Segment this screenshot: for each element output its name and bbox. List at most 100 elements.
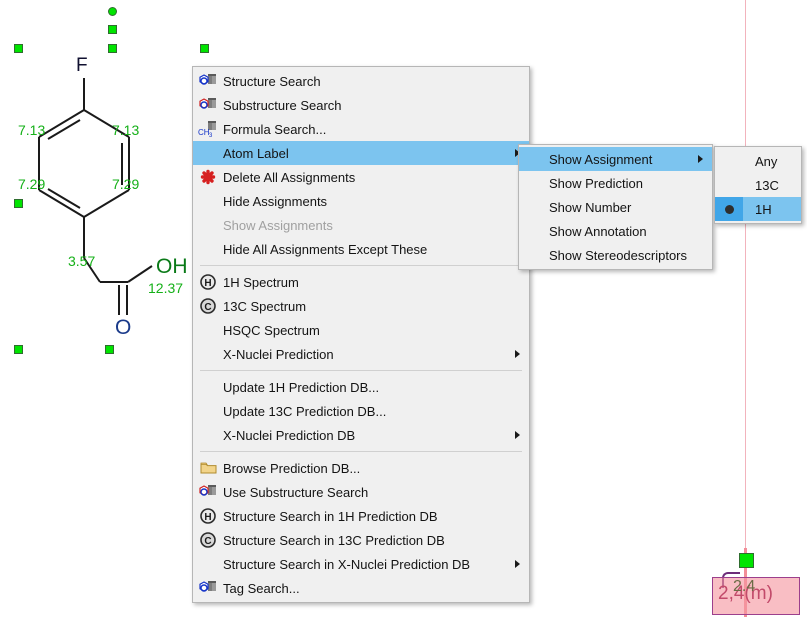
svg-text:C: C [204, 536, 211, 547]
submenu-item-show-annotation[interactable]: Show Annotation [519, 219, 712, 243]
submenu-item-label: Show Assignment [549, 151, 653, 167]
atom-label-submenu[interactable]: Show Assignment Show Prediction Show Num… [518, 144, 713, 270]
menu-item-label: Structure Search [223, 73, 321, 89]
svg-text:3: 3 [209, 133, 213, 137]
menu-item-structure-search-in-x-nuclei-prediction-db[interactable]: Structure Search in X-Nuclei Prediction … [193, 552, 529, 576]
context-menu[interactable]: Structure Search Substructure Search CH … [192, 66, 530, 603]
carbon-circle-icon: C [193, 529, 223, 551]
svg-text:CH: CH [198, 128, 210, 137]
menu-item-update-1h-prediction-db[interactable]: Update 1H Prediction DB... [193, 375, 529, 399]
menu-item-label: Tag Search... [223, 580, 300, 596]
menu-item-tag-search[interactable]: Tag Search... [193, 576, 529, 600]
menu-item-label: Update 13C Prediction DB... [223, 403, 387, 419]
radio-indicator-checked [715, 197, 743, 221]
no-icon [193, 214, 223, 236]
shift-label: 7.29 [18, 176, 46, 192]
submenu-item-label: Show Prediction [549, 175, 643, 191]
no-icon [193, 424, 223, 446]
selection-handle[interactable] [105, 345, 114, 354]
menu-item-hide-all-assignments-except-these[interactable]: Hide All Assignments Except These [193, 237, 529, 261]
menu-item-delete-all-assignments[interactable]: Delete All Assignments [193, 165, 529, 189]
menu-item-use-substructure-search[interactable]: Use Substructure Search [193, 480, 529, 504]
menu-item-browse-prediction-db[interactable]: Browse Prediction DB... [193, 456, 529, 480]
selection-handle[interactable] [108, 25, 117, 34]
chevron-right-icon [515, 350, 520, 358]
menu-item-structure-search[interactable]: Structure Search [193, 69, 529, 93]
selection-handle[interactable] [14, 345, 23, 354]
chevron-right-icon [515, 560, 520, 568]
menu-item-label: Atom Label [223, 145, 289, 161]
menu-separator [200, 451, 522, 452]
menu-item-label: Formula Search... [223, 121, 327, 137]
selection-handle[interactable] [108, 7, 117, 16]
menu-item-structure-search-in-13c-prediction-db[interactable]: C Structure Search in 13C Prediction DB [193, 528, 529, 552]
submenu-item-label: Show Annotation [549, 223, 647, 239]
peak-label-box[interactable]: 2,4(m) 2.4 [712, 577, 800, 615]
submenu-item-show-prediction[interactable]: Show Prediction [519, 171, 712, 195]
selection-handle[interactable] [739, 553, 754, 568]
menu-item-formula-search[interactable]: CH 3 Formula Search... [193, 117, 529, 141]
selection-handle[interactable] [108, 44, 117, 53]
submenu-item-show-assignment[interactable]: Show Assignment [519, 147, 712, 171]
submenu-item-label: Show Stereodescriptors [549, 247, 688, 263]
menu-item-label: Structure Search in 1H Prediction DB [223, 508, 438, 524]
menu-item-label: Structure Search in X-Nuclei Prediction … [223, 556, 471, 572]
nucleus-option-label: 1H [755, 201, 772, 217]
nucleus-option-any[interactable]: Any [715, 149, 801, 173]
shift-label: 3.57 [68, 253, 96, 269]
binoculars-tag-icon [193, 577, 223, 599]
shift-label: 7.13 [112, 122, 140, 138]
red-asterisk-delete-icon [193, 166, 223, 188]
submenu-item-show-stereodescriptors[interactable]: Show Stereodescriptors [519, 243, 712, 267]
menu-item-update-13c-prediction-db[interactable]: Update 13C Prediction DB... [193, 399, 529, 423]
shift-label: 7.29 [112, 176, 140, 192]
svg-text:C: C [204, 302, 211, 313]
svg-text:H: H [204, 278, 211, 289]
no-icon [193, 376, 223, 398]
binoculars-structure-icon [193, 70, 223, 92]
binoculars-formula-icon: CH 3 [193, 118, 223, 140]
submenu-item-show-number[interactable]: Show Number [519, 195, 712, 219]
menu-item-x-nuclei-prediction-db[interactable]: X-Nuclei Prediction DB [193, 423, 529, 447]
nucleus-option-13c[interactable]: 13C [715, 173, 801, 197]
menu-item-13c-spectrum[interactable]: C 13C Spectrum [193, 294, 529, 318]
proton-circle-icon: H [193, 505, 223, 527]
shift-label: 7.13 [18, 122, 46, 138]
menu-item-label: 1H Spectrum [223, 274, 299, 290]
no-icon [193, 190, 223, 212]
show-assignment-submenu[interactable]: Any 13C 1H [714, 146, 802, 224]
menu-separator [200, 265, 522, 266]
menu-item-hsqc-spectrum[interactable]: HSQC Spectrum [193, 318, 529, 342]
menu-item-substructure-search[interactable]: Substructure Search [193, 93, 529, 117]
menu-item-label: Substructure Search [223, 97, 342, 113]
selection-handle[interactable] [14, 199, 23, 208]
selection-handle[interactable] [200, 44, 209, 53]
menu-item-label: X-Nuclei Prediction [223, 346, 334, 362]
menu-item-x-nuclei-prediction[interactable]: X-Nuclei Prediction [193, 342, 529, 366]
svg-text:H: H [204, 512, 211, 523]
menu-item-structure-search-in-1h-prediction-db[interactable]: H Structure Search in 1H Prediction DB [193, 504, 529, 528]
atom-label-O: O [115, 316, 132, 339]
proton-circle-icon: H [193, 271, 223, 293]
nucleus-option-1h[interactable]: 1H [715, 197, 801, 221]
carbon-circle-icon: C [193, 295, 223, 317]
binoculars-substructure-icon [193, 481, 223, 503]
menu-item-label: Structure Search in 13C Prediction DB [223, 532, 445, 548]
menu-item-1h-spectrum[interactable]: H 1H Spectrum [193, 270, 529, 294]
nucleus-option-label: 13C [755, 177, 779, 193]
menu-item-label: Update 1H Prediction DB... [223, 379, 380, 395]
menu-item-label: HSQC Spectrum [223, 322, 320, 338]
selection-handle[interactable] [14, 44, 23, 53]
atom-label-OH: OH [156, 255, 188, 278]
vertical-guideline [745, 0, 746, 548]
shift-label: 12.37 [148, 280, 184, 296]
menu-item-label: Hide Assignments [223, 193, 328, 209]
menu-separator [200, 370, 522, 371]
chevron-right-icon [698, 155, 703, 163]
menu-item-atom-label[interactable]: Atom Label [193, 141, 529, 165]
no-icon [193, 553, 223, 575]
no-icon [193, 238, 223, 260]
folder-icon [193, 457, 223, 479]
menu-item-hide-assignments[interactable]: Hide Assignments [193, 189, 529, 213]
no-icon [193, 400, 223, 422]
